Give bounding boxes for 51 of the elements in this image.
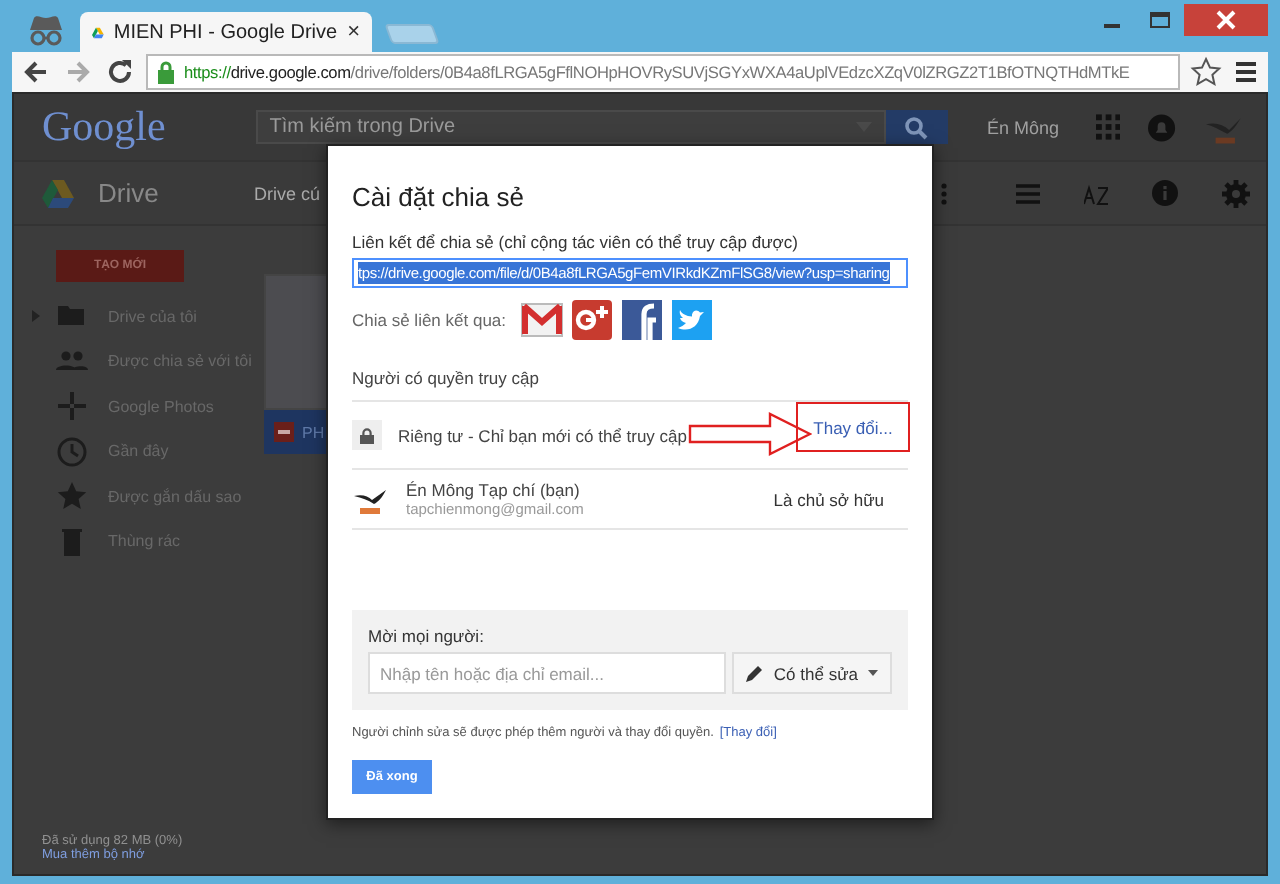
url-text: https://drive.google.com/drive/folders/0B4a8fLRGA5gFflNOHpHOVRySUVjSGYxWXA4aUplVEdzcXZqV0lZRGZ2T1BfOTNQTHdMTkE — [184, 62, 1130, 82]
bird-icon[interactable] — [670, 298, 715, 342]
reload-icon[interactable] — [104, 56, 136, 88]
list-view-icon[interactable] — [1016, 183, 1040, 203]
star-icon — [56, 480, 88, 513]
sort-az-icon[interactable] — [1084, 181, 1108, 205]
apps-grid-icon[interactable] — [1095, 114, 1121, 140]
google-plus-icon[interactable] — [570, 298, 615, 342]
permission-dropdown[interactable]: Có thể sửa — [731, 652, 892, 694]
link-label: Liên kết để chia sẻ (chỉ cộng tác viên có thể truy cập được) — [352, 232, 800, 252]
lock-icon — [156, 60, 176, 84]
user-name[interactable]: Én Mông — [987, 117, 1060, 137]
facebook-icon[interactable] — [620, 298, 665, 342]
tab-title: MIEN PHI - Google Drive — [113, 21, 338, 43]
drive-title: Drive — [98, 178, 161, 208]
file-name: PH — [302, 423, 325, 441]
invite-label: Mời mọi người: — [368, 626, 486, 646]
owner-role: Là chủ sở hữu — [773, 489, 884, 509]
access-heading: Người có quyền truy cập — [352, 368, 908, 402]
privacy-text: Riêng tư - Chỉ bạn mới có thể truy cập — [398, 425, 687, 445]
menu-icon[interactable] — [1232, 56, 1260, 88]
browser-tab[interactable]: MIEN PHI - Google Drive × — [80, 12, 372, 52]
owner-name: Én Mông Tạp chí (bạn) — [406, 480, 582, 500]
pinwheel-icon — [56, 390, 88, 423]
caret-icon — [868, 670, 878, 676]
notification-bell-icon[interactable] — [1148, 113, 1176, 141]
drive-logo-icon[interactable] — [42, 179, 74, 207]
gmail-envelope-icon[interactable] — [520, 298, 565, 342]
address-bar[interactable]: https://drive.google.com/drive/folders/0B4a8fLRGA5gFflNOHpHOVRySUVjSGYxWXA4aUplVEdzcXZqV0lZRGZ2T1BfOTNQTHdMTkE — [146, 54, 1180, 90]
pencil-icon — [745, 664, 764, 682]
search-icon — [904, 115, 929, 139]
breadcrumb-text[interactable]: Drive cú — [254, 183, 321, 203]
back-icon[interactable] — [20, 56, 52, 88]
share-via-label: Chia sẻ liên kết qua: — [352, 310, 507, 330]
trash-icon — [56, 525, 88, 558]
dialog-title: Cài đặt chia sẻ — [352, 182, 526, 212]
clock-icon — [56, 435, 88, 468]
settings-icon[interactable] — [1222, 179, 1250, 207]
new-tab-button[interactable] — [384, 24, 440, 44]
search-button[interactable] — [885, 110, 948, 144]
incognito-icon — [24, 10, 68, 46]
change-link[interactable]: Thay đổi... — [813, 417, 893, 437]
search-field[interactable]: Tìm kiếm trong Drive — [255, 110, 886, 144]
info-icon[interactable] — [1152, 180, 1178, 206]
lock-icon — [360, 427, 374, 443]
star-icon[interactable] — [1190, 56, 1222, 88]
email-input-field[interactable]: Nhập tên hoặc địa chỉ email... — [368, 652, 726, 694]
forward-icon[interactable] — [62, 56, 94, 88]
close-icon[interactable]: × — [347, 20, 360, 44]
close-icon[interactable] — [1184, 4, 1268, 36]
google-logo[interactable]: Google — [42, 102, 236, 152]
